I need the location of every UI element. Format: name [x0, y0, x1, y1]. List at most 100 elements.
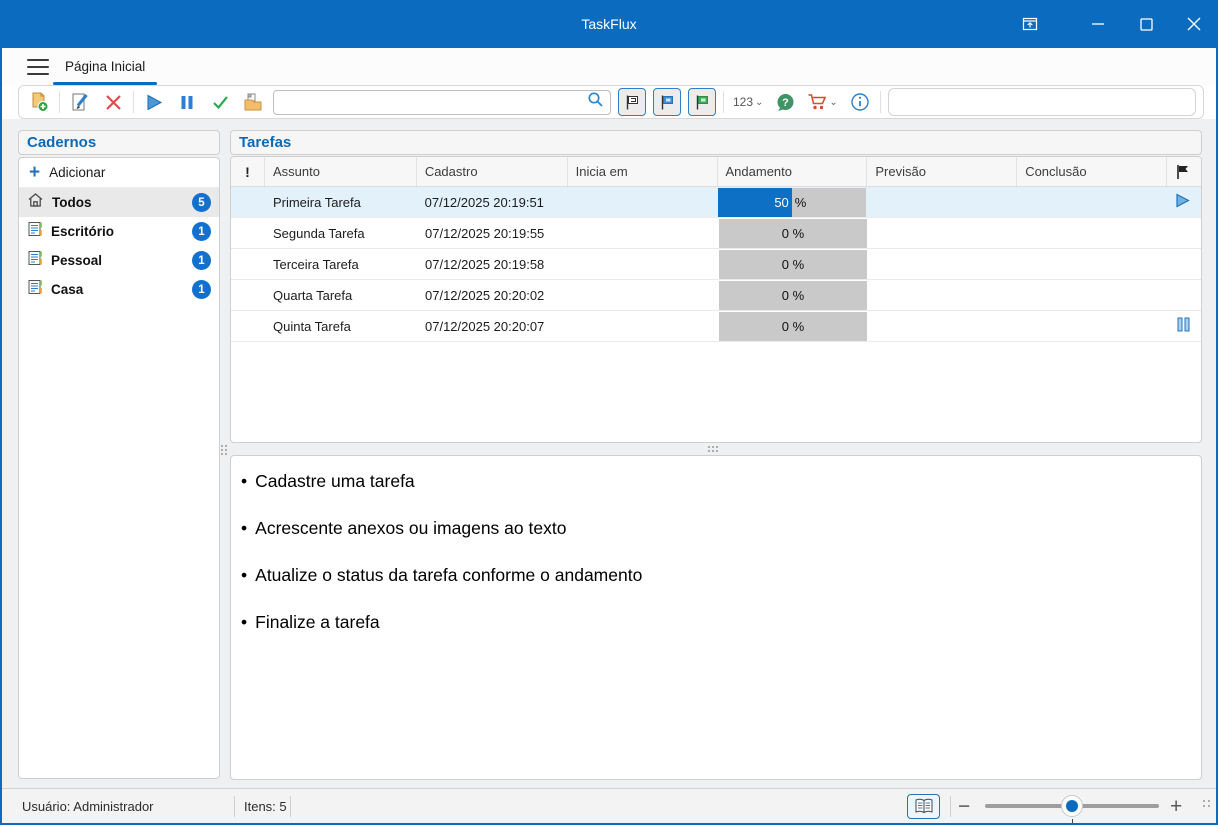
- minimize-icon[interactable]: [1074, 0, 1122, 48]
- task-conclusion: [1018, 311, 1168, 341]
- zoom-slider-tick: [1072, 819, 1073, 823]
- task-starts: [568, 249, 718, 279]
- pause-status-icon[interactable]: [1176, 316, 1191, 336]
- hamburger-icon[interactable]: [25, 57, 51, 77]
- progress-bar: 0 %: [719, 219, 867, 248]
- task-forecast: [867, 187, 1017, 217]
- new-task-button[interactable]: [26, 89, 52, 115]
- progress-bar: 50%: [718, 188, 866, 217]
- maximize-icon[interactable]: [1122, 0, 1170, 48]
- resize-grip[interactable]: [1203, 800, 1210, 807]
- close-icon[interactable]: [1170, 0, 1218, 48]
- task-created: 07/12/2025 20:20:02: [417, 280, 568, 310]
- progress-value: 0 %: [719, 226, 867, 241]
- search-input[interactable]: [280, 95, 587, 110]
- task-subject: Quarta Tarefa: [265, 280, 417, 310]
- cart-icon: [807, 93, 827, 111]
- move-to-notebook-button[interactable]: [240, 89, 266, 115]
- add-notebook-label: Adicionar: [49, 165, 105, 180]
- zoom-in-button[interactable]: +: [1170, 789, 1182, 824]
- column-header-assunto[interactable]: Assunto: [265, 157, 417, 186]
- column-header-cadastro[interactable]: Cadastro: [417, 157, 568, 186]
- progress-value: 0 %: [719, 257, 867, 272]
- horizontal-splitter-handle[interactable]: [708, 446, 724, 453]
- task-conclusion: [1018, 218, 1168, 248]
- tab-pagina-inicial[interactable]: Página Inicial: [53, 48, 157, 85]
- task-status-cell: [1166, 187, 1201, 217]
- vertical-splitter-handle[interactable]: [221, 445, 228, 461]
- zoom-out-button[interactable]: −: [958, 789, 970, 824]
- note-bullet-item: Cadastre uma tarefa: [241, 458, 1191, 505]
- column-header-previsao[interactable]: Previsão: [867, 157, 1017, 186]
- chevron-down-icon: ⌄: [755, 97, 763, 108]
- sidebar-item-escritorio[interactable]: Escritório1: [19, 217, 219, 246]
- task-row-segunda-tarefa[interactable]: Segunda Tarefa07/12/2025 20:19:550 %: [231, 218, 1201, 249]
- book-icon: [914, 798, 934, 815]
- pause-task-button[interactable]: [174, 89, 200, 115]
- info-icon[interactable]: [847, 89, 873, 115]
- notes-editor[interactable]: Cadastre uma tarefaAcrescente anexos ou …: [230, 455, 1202, 780]
- sidebar-item-todos[interactable]: Todos5: [19, 188, 219, 217]
- task-progress: 0 %: [718, 218, 868, 248]
- play-status-icon[interactable]: [1174, 192, 1191, 212]
- task-progress: 0 %: [718, 249, 868, 279]
- pin-window-icon[interactable]: [1006, 0, 1054, 48]
- cart-dropdown[interactable]: ⌄: [805, 93, 839, 111]
- toolbar-empty-field[interactable]: [888, 88, 1196, 116]
- zoom-slider-thumb[interactable]: [1061, 795, 1083, 817]
- complete-task-button[interactable]: [207, 89, 233, 115]
- column-header-flag[interactable]: [1167, 157, 1201, 186]
- search-box: [273, 90, 611, 115]
- count-badge: 1: [192, 222, 211, 241]
- notes-view-toggle-button[interactable]: [907, 794, 940, 819]
- task-conclusion: [1016, 187, 1166, 217]
- task-starts: [568, 280, 718, 310]
- edit-task-button[interactable]: [67, 89, 93, 115]
- add-notebook-button[interactable]: + Adicionar: [19, 158, 219, 188]
- flag-green-button[interactable]: [688, 88, 716, 116]
- task-status-cell: [1168, 280, 1201, 310]
- task-conclusion: [1018, 249, 1168, 279]
- progress-bar: 0 %: [719, 281, 867, 310]
- chevron-down-icon: ⌄: [829, 97, 837, 108]
- number-format-dropdown[interactable]: 123 ⌄: [731, 95, 765, 109]
- notebook-label: Pessoal: [51, 253, 184, 268]
- count-badge: 1: [192, 280, 211, 299]
- task-progress: 0 %: [718, 311, 868, 341]
- flag-blue-button[interactable]: [653, 88, 681, 116]
- column-header-andamento[interactable]: Andamento: [718, 157, 868, 186]
- task-starts: [568, 311, 718, 341]
- task-status-cell: [1168, 218, 1201, 248]
- delete-task-button[interactable]: [100, 89, 126, 115]
- task-progress: 0 %: [718, 280, 868, 310]
- flag-outline-button[interactable]: [618, 88, 646, 116]
- statusbar: Usuário: Administrador Itens: 5 − +: [2, 788, 1216, 823]
- search-icon[interactable]: [587, 91, 604, 113]
- task-row-terceira-tarefa[interactable]: Terceira Tarefa07/12/2025 20:19:580 %: [231, 249, 1201, 280]
- task-created: 07/12/2025 20:20:07: [417, 311, 568, 341]
- app-window: TaskFlux Página Inicial: [0, 0, 1218, 825]
- task-row-quarta-tarefa[interactable]: Quarta Tarefa07/12/2025 20:20:02 0 %: [231, 280, 1201, 311]
- column-header-priority[interactable]: !: [231, 157, 265, 186]
- content-area: Cadernos + Adicionar Todos5Escritório1Pe…: [2, 119, 1216, 788]
- notebook-icon: [27, 250, 43, 271]
- task-created: 07/12/2025 20:19:55: [417, 218, 568, 248]
- tasks-table: !AssuntoCadastroInicia emAndamentoPrevis…: [230, 156, 1202, 443]
- start-task-button[interactable]: [141, 89, 167, 115]
- notebook-label: Casa: [51, 282, 184, 297]
- statusbar-user: Usuário: Administrador: [22, 789, 154, 824]
- help-icon[interactable]: ?: [772, 89, 798, 115]
- zoom-slider[interactable]: [985, 789, 1159, 824]
- count-badge: 5: [192, 193, 211, 212]
- statusbar-separator: [234, 796, 235, 817]
- progress-bar: 0 %: [719, 250, 867, 279]
- task-row-quinta-tarefa[interactable]: Quinta Tarefa07/12/2025 20:20:070 %: [231, 311, 1201, 342]
- notebooks-panel-header: Cadernos: [18, 130, 220, 155]
- sidebar-item-pessoal[interactable]: Pessoal1: [19, 246, 219, 275]
- column-header-conclusao[interactable]: Conclusão: [1017, 157, 1167, 186]
- task-priority: [231, 187, 265, 217]
- sidebar-item-casa[interactable]: Casa 1: [19, 275, 219, 304]
- column-header-inicia-em[interactable]: Inicia em: [568, 157, 718, 186]
- titlebar: TaskFlux: [0, 0, 1218, 48]
- task-row-primeira-tarefa[interactable]: Primeira Tarefa07/12/2025 20:19:5150%: [231, 187, 1201, 218]
